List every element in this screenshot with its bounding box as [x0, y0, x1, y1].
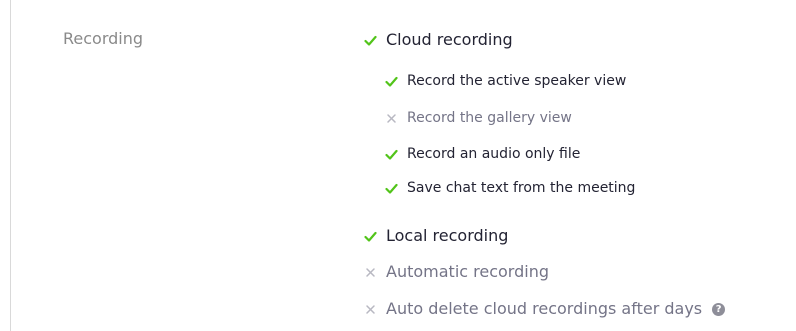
setting-label: Record an audio only file — [407, 146, 581, 162]
settings-panel: Recording Cloud recording Record the act… — [10, 0, 796, 331]
setting-label: Record the active speaker view — [407, 73, 627, 89]
setting-automatic-recording[interactable]: Automatic recording — [364, 262, 549, 282]
setting-label: Auto delete cloud recordings after days — [386, 299, 703, 318]
cross-icon — [385, 112, 398, 125]
setting-label: Automatic recording — [386, 262, 549, 281]
setting-cloud-recording[interactable]: Cloud recording — [364, 30, 513, 50]
check-icon — [364, 230, 377, 243]
setting-label: Save chat text from the meeting — [407, 180, 636, 196]
check-icon — [385, 148, 398, 161]
section-label-recording: Recording — [63, 29, 144, 48]
setting-record-audio-only[interactable]: Record an audio only file — [385, 144, 580, 164]
cross-icon — [364, 266, 377, 279]
setting-label: Record the gallery view — [407, 110, 572, 126]
check-icon — [364, 34, 377, 47]
cross-icon — [364, 303, 377, 316]
check-icon — [385, 75, 398, 88]
setting-record-active-speaker[interactable]: Record the active speaker view — [385, 71, 626, 91]
recording-settings-list: Cloud recording Record the active speake… — [364, 0, 784, 331]
setting-save-chat-text[interactable]: Save chat text from the meeting — [385, 178, 635, 198]
setting-local-recording[interactable]: Local recording — [364, 226, 508, 246]
setting-record-gallery-view[interactable]: Record the gallery view — [385, 108, 572, 128]
setting-label: Cloud recording — [386, 30, 513, 49]
setting-label: Local recording — [386, 226, 509, 245]
question-circle-icon[interactable]: ? — [712, 302, 726, 316]
setting-auto-delete-cloud-recordings[interactable]: Auto delete cloud recordings after days … — [364, 299, 726, 319]
check-icon — [385, 182, 398, 195]
